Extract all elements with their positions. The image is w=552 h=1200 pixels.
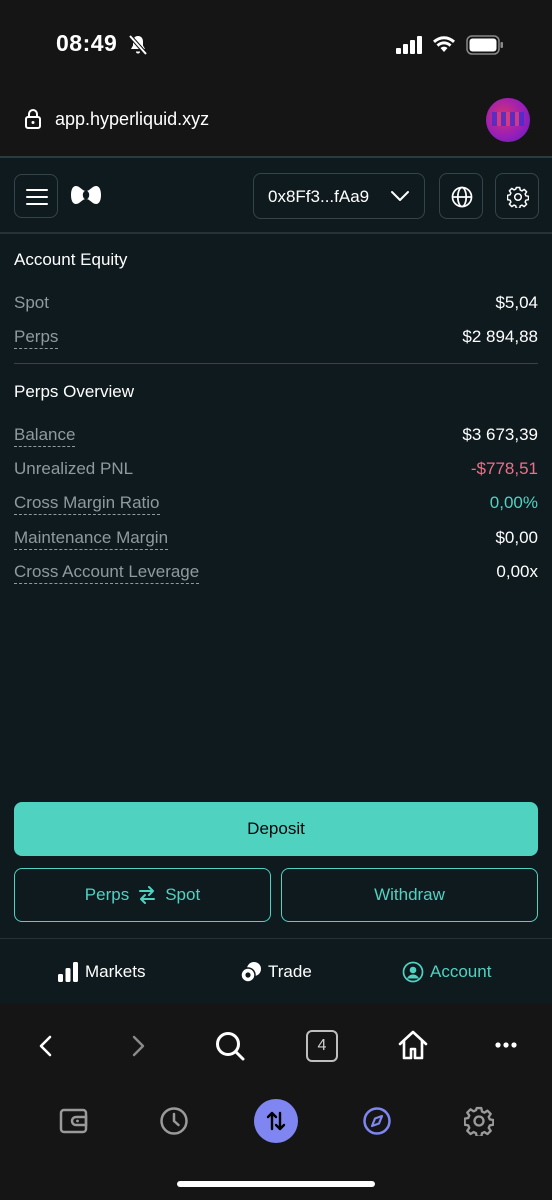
language-button[interactable]	[439, 173, 483, 219]
deposit-button[interactable]: Deposit	[14, 802, 538, 856]
coins-icon	[240, 962, 261, 983]
profile-avatar[interactable]	[486, 98, 530, 142]
nav-markets[interactable]: Markets	[57, 961, 145, 983]
app-content: 0x8Ff3...fAa9 Account Equity Spot $5,04 …	[0, 156, 552, 1006]
cross-margin-ratio-label[interactable]: Cross Margin Ratio	[14, 493, 160, 515]
status-time: 08:49	[56, 30, 118, 56]
home-indicator	[177, 1181, 375, 1187]
browser-toolbar: 4	[0, 1004, 552, 1200]
status-bar: 08:49	[0, 0, 552, 90]
nav-account-label: Account	[430, 962, 492, 981]
hamburger-icon	[26, 203, 48, 205]
hamburger-icon	[26, 189, 48, 191]
globe-icon	[451, 186, 473, 208]
hyperliquid-logo-icon[interactable]	[70, 184, 102, 206]
perps-label[interactable]: Perps	[14, 327, 59, 349]
perps-value: $2 894,88	[462, 327, 538, 346]
cross-account-leverage-label[interactable]: Cross Account Leverage	[14, 562, 200, 584]
transfer-to-label: Spot	[165, 885, 201, 904]
search-icon[interactable]	[214, 1030, 246, 1062]
unrealized-pnl-value: -$778,51	[470, 459, 538, 478]
url-text[interactable]: app.hyperliquid.xyz	[55, 109, 209, 130]
compass-icon[interactable]	[362, 1106, 392, 1136]
nav-markets-label: Markets	[85, 962, 146, 981]
nav-account[interactable]: Account	[402, 961, 491, 983]
unrealized-pnl-label: Unrealized PNL	[14, 459, 134, 478]
bar-chart-icon	[58, 962, 78, 982]
withdraw-button[interactable]: Withdraw	[281, 868, 538, 922]
lock-icon	[25, 109, 41, 129]
gear-icon	[507, 186, 529, 208]
browser-url-bar[interactable]: app.hyperliquid.xyz	[0, 90, 552, 156]
wallet-address-dropdown[interactable]: 0x8Ff3...fAa9	[253, 173, 425, 219]
hamburger-icon	[26, 196, 48, 198]
forward-arrow-icon[interactable]	[128, 1034, 148, 1058]
maintenance-margin-value: $0,00	[495, 528, 538, 547]
settings-button[interactable]	[495, 173, 539, 219]
nav-trade[interactable]: Trade	[240, 961, 312, 983]
balance-value: $3 673,39	[462, 425, 538, 444]
swap-arrows-icon	[139, 886, 156, 904]
spot-label: Spot	[14, 293, 49, 312]
history-clock-icon[interactable]	[159, 1106, 189, 1136]
swap-button[interactable]	[254, 1099, 298, 1143]
perps-overview-title: Perps Overview	[14, 382, 134, 401]
nav-trade-label: Trade	[268, 962, 312, 981]
spot-value: $5,04	[495, 293, 538, 312]
menu-button[interactable]	[14, 174, 58, 218]
user-circle-icon	[402, 961, 424, 983]
cross-margin-ratio-value: 0,00%	[489, 493, 538, 512]
back-arrow-icon[interactable]	[36, 1034, 56, 1058]
cellular-signal-icon	[396, 36, 422, 54]
home-icon[interactable]	[396, 1028, 430, 1062]
app-header: 0x8Ff3...fAa9	[0, 158, 552, 234]
account-equity-title: Account Equity	[14, 250, 128, 269]
maintenance-margin-label[interactable]: Maintenance Margin	[14, 528, 169, 550]
section-divider	[14, 363, 538, 364]
chevron-down-icon	[391, 191, 409, 201]
wallet-address: 0x8Ff3...fAa9	[268, 187, 370, 206]
wifi-icon	[433, 36, 455, 52]
bell-off-icon	[128, 34, 148, 56]
tabs-button[interactable]: 4	[306, 1030, 338, 1062]
settings-gear-icon[interactable]	[464, 1106, 494, 1136]
swap-vertical-icon	[266, 1111, 286, 1131]
battery-icon	[466, 35, 503, 55]
balance-label[interactable]: Balance	[14, 425, 76, 447]
more-icon[interactable]	[494, 1040, 518, 1050]
transfer-from-label: Perps	[84, 885, 130, 904]
wallet-icon[interactable]	[59, 1106, 89, 1136]
cross-account-leverage-value: 0,00x	[496, 562, 538, 581]
perps-spot-transfer-button[interactable]: Perps Spot	[14, 868, 271, 922]
bottom-nav: Markets Trade Account	[0, 938, 552, 1006]
